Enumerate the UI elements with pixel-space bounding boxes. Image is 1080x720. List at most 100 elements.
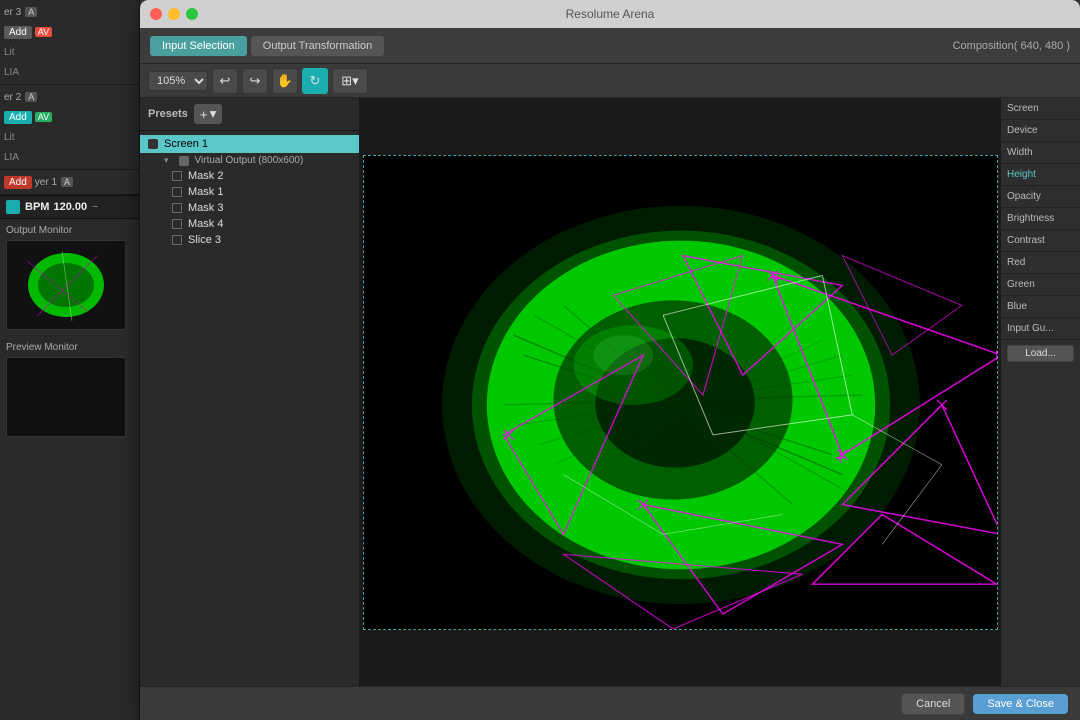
window-title: Resolume Arena [566, 7, 655, 21]
virtual-output-label: Virtual Output (800x600) [195, 155, 304, 166]
bpm-value: 120.00 [53, 201, 87, 213]
screen-1-icon [148, 139, 158, 149]
mask-item-slice3[interactable]: Slice 3 [140, 232, 359, 248]
add-preset-btn[interactable]: + ▾ [194, 104, 223, 124]
badge-a-3: A [25, 7, 37, 17]
badge-a-1: A [61, 177, 73, 187]
visualization-svg [364, 156, 997, 629]
layer-group-3: er 3 A Add AV Lit LIA [0, 0, 139, 85]
virtual-output-icon [179, 156, 189, 166]
layer-1-label: yer 1 [35, 177, 57, 188]
canvas-viewport [363, 155, 998, 630]
mask3-label: Mask 3 [188, 202, 223, 214]
layer-row-1: Add yer 1 A [0, 172, 139, 192]
add-btn-3[interactable]: Add [4, 26, 32, 39]
zoom-select[interactable]: 105% 100% 75% 50% [148, 71, 208, 91]
add-btn-1[interactable]: Add [4, 176, 32, 189]
bottom-bar: Cancel Save & Close [140, 686, 1080, 720]
mask1-checkbox[interactable] [172, 187, 182, 197]
layer-row-2b: Add AV [0, 107, 139, 127]
secondary-toolbar: 105% 100% 75% 50% ↩ ↪ ✋ ↻ ⊞▾ [140, 64, 1080, 98]
sub-lit-2: Lit [4, 132, 15, 143]
preview-monitor-section: Preview Monitor [0, 336, 139, 443]
preview-monitor-title: Preview Monitor [6, 342, 133, 353]
add-dropdown-icon: ▾ [210, 106, 217, 122]
tab-toolbar: Input Selection Output Transformation Co… [140, 28, 1080, 64]
undo-btn[interactable]: ↩ [212, 68, 238, 94]
rotate-tool-btn[interactable]: ↻ [302, 68, 328, 94]
output-monitor-title: Output Monitor [6, 225, 133, 236]
cancel-btn[interactable]: Cancel [901, 693, 965, 715]
prop-height[interactable]: Height [1001, 164, 1080, 186]
preview-monitor-preview [6, 357, 126, 437]
tab-input-selection[interactable]: Input Selection [150, 36, 247, 56]
layer-2-label: er 2 [4, 92, 21, 103]
hand-tool-btn[interactable]: ✋ [272, 68, 298, 94]
layer-sub-lia-2: LIA [0, 147, 139, 167]
layer-row-3: er 3 A [0, 2, 139, 22]
output-monitor-svg [7, 241, 125, 329]
badge-av-3: AV [35, 27, 52, 37]
presets-title: Presets [148, 108, 188, 120]
maximize-button[interactable] [186, 8, 198, 20]
mask1-label: Mask 1 [188, 186, 223, 198]
mask3-checkbox[interactable] [172, 203, 182, 213]
presets-header: Presets + ▾ [140, 98, 359, 131]
screen-1-label: Screen 1 [164, 138, 208, 150]
load-btn-container: Load... [1001, 340, 1080, 367]
composition-info: Composition( 640, 480 ) [953, 40, 1070, 52]
tab-output-transformation[interactable]: Output Transformation [251, 36, 384, 56]
add-icon: + [200, 107, 208, 122]
slice3-label: Slice 3 [188, 234, 221, 246]
sub-lit-3: Lit [4, 47, 15, 58]
prop-blue[interactable]: Blue [1001, 296, 1080, 318]
prop-width[interactable]: Width [1001, 142, 1080, 164]
grid-btn[interactable]: ⊞▾ [332, 68, 368, 94]
preset-tree: Screen 1 ▾ Virtual Output (800x600) Mask… [140, 131, 359, 686]
mask-item-mask4[interactable]: Mask 4 [140, 216, 359, 232]
bpm-indicator [6, 200, 20, 214]
preset-screen-1[interactable]: Screen 1 [140, 135, 359, 153]
layer-row-3b: Add AV [0, 22, 139, 42]
close-button[interactable] [150, 8, 162, 20]
load-btn[interactable]: Load... [1007, 345, 1074, 362]
main-window: Resolume Arena Input Selection Output Tr… [140, 0, 1080, 720]
mask-item-mask2[interactable]: Mask 2 [140, 168, 359, 184]
bpm-minus-btn[interactable]: − [92, 201, 98, 213]
badge-av-2: AV [35, 112, 52, 122]
preset-virtual-output[interactable]: ▾ Virtual Output (800x600) [140, 153, 359, 168]
prop-contrast[interactable]: Contrast [1001, 230, 1080, 252]
prop-opacity[interactable]: Opacity [1001, 186, 1080, 208]
add-btn-2[interactable]: Add [4, 111, 32, 124]
mask2-label: Mask 2 [188, 170, 223, 182]
mask4-label: Mask 4 [188, 218, 223, 230]
prop-input-gu[interactable]: Input Gu... [1001, 318, 1080, 340]
layer-3-label: er 3 [4, 7, 21, 18]
output-monitor-section: Output Monitor [0, 219, 139, 336]
prop-brightness[interactable]: Brightness [1001, 208, 1080, 230]
prop-red[interactable]: Red [1001, 252, 1080, 274]
prop-green[interactable]: Green [1001, 274, 1080, 296]
layer-row-2a: er 2 A [0, 87, 139, 107]
mask2-checkbox[interactable] [172, 171, 182, 181]
mask-item-mask3[interactable]: Mask 3 [140, 200, 359, 216]
mask-item-mask1[interactable]: Mask 1 [140, 184, 359, 200]
prop-screen[interactable]: Screen [1001, 98, 1080, 120]
sub-lia-3: LIA [4, 67, 19, 78]
layer-group-2: er 2 A Add AV Lit LIA [0, 85, 139, 170]
slice3-checkbox[interactable] [172, 235, 182, 245]
layer-sub-lit-3: Lit [0, 42, 139, 62]
content-area: Presets + ▾ Screen 1 ▾ Virtual Output (8… [140, 98, 1080, 686]
bpm-bar: BPM 120.00 − [0, 195, 139, 219]
prop-device[interactable]: Device [1001, 120, 1080, 142]
canvas-area[interactable] [360, 98, 1000, 686]
redo-btn[interactable]: ↪ [242, 68, 268, 94]
left-panel: er 3 A Add AV Lit LIA er 2 A Add AV Lit … [0, 0, 140, 720]
minimize-button[interactable] [168, 8, 180, 20]
save-close-btn[interactable]: Save & Close [973, 694, 1068, 714]
layer-group-1: Add yer 1 A [0, 170, 139, 195]
title-bar: Resolume Arena [140, 0, 1080, 28]
presets-panel: Presets + ▾ Screen 1 ▾ Virtual Output (8… [140, 98, 360, 686]
mask4-checkbox[interactable] [172, 219, 182, 229]
bpm-label: BPM [25, 201, 49, 213]
